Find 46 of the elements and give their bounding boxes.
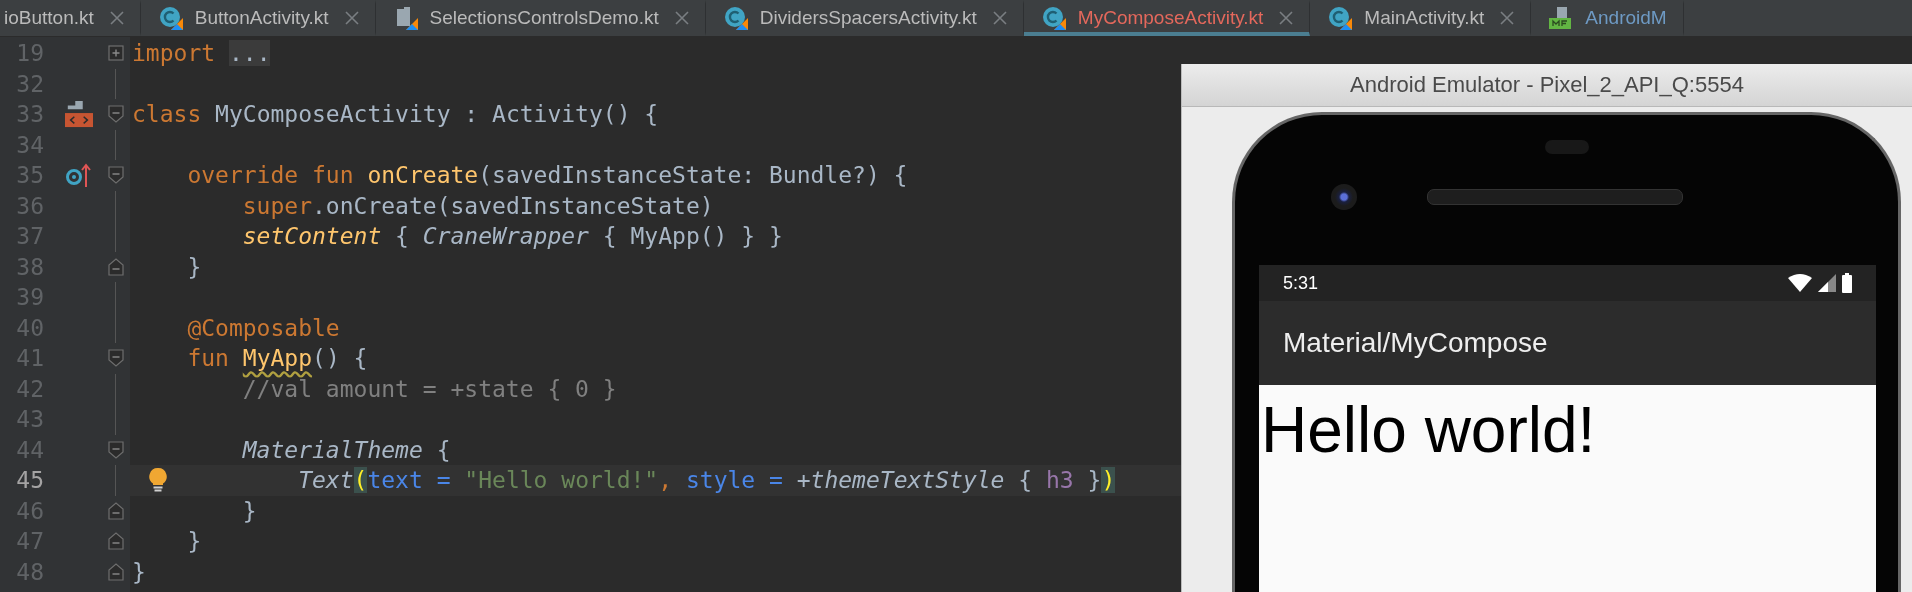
code-line: override fun onCreate(savedInstanceState: Bundle?) { — [186, 162, 908, 189]
code-line: } — [186, 528, 202, 555]
fold-marker-icon[interactable] — [108, 105, 124, 124]
override-icon[interactable] — [65, 162, 93, 189]
layout-file-icon[interactable] — [63, 100, 95, 129]
status-time: 5:31 — [1283, 272, 1319, 294]
code-line: } — [132, 558, 146, 585]
code-line: setContent { CraneWrapper { MyApp() } } — [241, 223, 783, 250]
fold-marker-icon[interactable] — [108, 562, 124, 581]
app-bar-title: Material/MyCompose — [1283, 327, 1548, 359]
kotlin-class-icon — [1328, 6, 1353, 30]
kotlin-class-icon — [723, 6, 748, 30]
code-line: MaterialTheme { — [241, 436, 451, 463]
lightbulb-icon[interactable] — [148, 467, 168, 493]
close-icon[interactable] — [344, 11, 359, 25]
fold-marker-icon[interactable] — [108, 501, 124, 520]
close-icon[interactable] — [992, 11, 1007, 25]
expand-icon[interactable] — [108, 45, 124, 62]
manifest-file-icon — [1549, 6, 1574, 30]
battery-icon — [1842, 273, 1852, 293]
code-line: fun MyApp() { — [186, 345, 368, 372]
wifi-icon — [1788, 274, 1812, 292]
fold-marker-icon[interactable] — [108, 440, 124, 459]
code-line: class MyComposeActivity : Activity() { — [132, 101, 659, 128]
signal-icon — [1818, 274, 1836, 292]
close-icon[interactable] — [109, 11, 124, 25]
code-line: @Composable — [186, 314, 340, 341]
camera-icon — [1331, 184, 1357, 210]
code-line: import ... — [132, 40, 271, 67]
close-icon[interactable] — [1279, 11, 1294, 25]
headline-text: Hello world! — [1261, 394, 1596, 466]
code-line: } — [241, 497, 257, 524]
fold-marker-icon[interactable] — [108, 532, 124, 551]
code-line: Text(text = "Hello world!", style = +themeTextStyle { h3 }) — [297, 467, 1116, 494]
kotlin-class-icon — [1041, 6, 1066, 30]
editor-tab[interactable]: MyComposeActivity.kt — [1023, 0, 1311, 36]
code-line: } — [186, 253, 202, 280]
close-icon[interactable] — [1500, 11, 1515, 25]
code-line: super.onCreate(savedInstanceState) — [241, 192, 714, 219]
code-line: //val amount = +state { 0 } — [241, 375, 617, 402]
close-icon[interactable] — [674, 11, 689, 25]
fold-marker-icon[interactable] — [108, 257, 124, 276]
fold-marker-icon[interactable] — [108, 349, 124, 368]
fold-marker-icon[interactable] — [108, 166, 124, 185]
kotlin-class-icon — [158, 6, 183, 30]
line-number: 45 — [15, 467, 44, 494]
